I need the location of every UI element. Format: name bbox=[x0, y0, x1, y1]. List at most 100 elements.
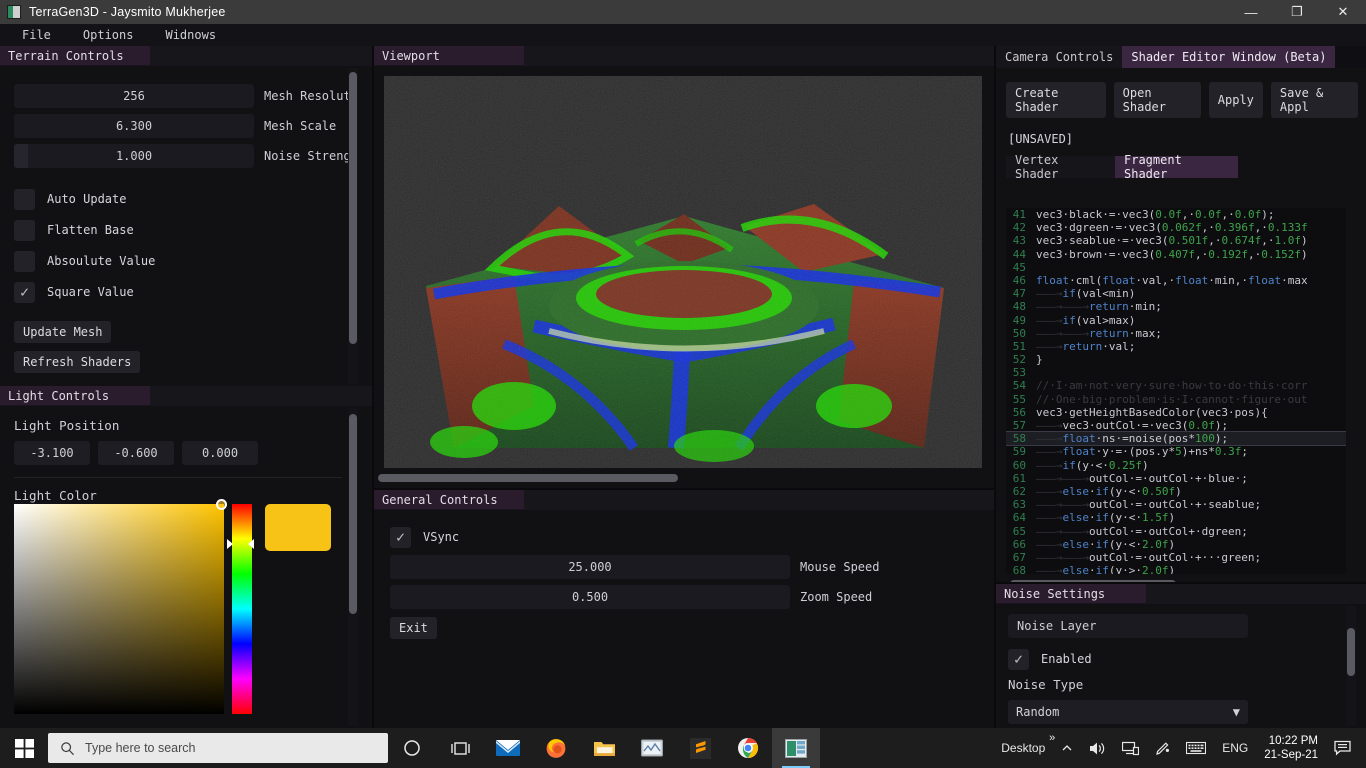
code-line[interactable]: 43 vec3·seablue·=·vec3(0.501f,·0.674f,·1.… bbox=[1006, 234, 1346, 247]
square-value-row[interactable]: ✓ Square Value bbox=[14, 279, 372, 305]
code-line[interactable]: 50 ———→———→return·max; bbox=[1006, 327, 1346, 340]
cortana-button[interactable] bbox=[388, 728, 436, 768]
flatten-base-row[interactable]: Flatten Base bbox=[14, 217, 372, 243]
maximize-button[interactable]: ❐ bbox=[1274, 0, 1320, 24]
show-hidden-icons-button[interactable] bbox=[1053, 728, 1081, 768]
open-shader-button[interactable]: Open Shader bbox=[1113, 82, 1201, 118]
tab-vertex-shader[interactable]: Vertex Shader bbox=[1006, 153, 1115, 181]
menu-file[interactable]: File bbox=[12, 26, 61, 44]
code-line[interactable]: 66 ———→else·if(y·<·2.0f) bbox=[1006, 538, 1346, 551]
code-line[interactable]: 61 ———→———→outCol·=·outCol·+·blue·; bbox=[1006, 472, 1346, 485]
light-scrollbar[interactable] bbox=[349, 414, 357, 614]
desktop-label[interactable]: Desktop » bbox=[993, 728, 1055, 768]
noise-type-dropdown[interactable]: Random ▼ bbox=[1008, 700, 1248, 724]
mouse-speed-slider[interactable]: 25.000 bbox=[390, 555, 790, 579]
mail-icon bbox=[496, 740, 520, 756]
create-shader-button[interactable]: Create Shader bbox=[1006, 82, 1106, 118]
code-line[interactable]: 53 bbox=[1006, 366, 1346, 379]
auto-update-row[interactable]: Auto Update bbox=[14, 186, 372, 212]
action-center-button[interactable] bbox=[1326, 728, 1360, 768]
noise-scrollbar[interactable] bbox=[1347, 628, 1355, 676]
photos-button[interactable] bbox=[628, 728, 676, 768]
saturation-value-square[interactable] bbox=[14, 504, 224, 714]
file-explorer-button[interactable] bbox=[580, 728, 628, 768]
code-line[interactable]: 51 ———→return·val; bbox=[1006, 340, 1346, 353]
task-view-button[interactable] bbox=[436, 728, 484, 768]
code-hscrollbar[interactable] bbox=[1010, 580, 1176, 582]
absolute-value-row[interactable]: Absoulute Value bbox=[14, 248, 372, 274]
vsync-checkbox[interactable]: ✓ bbox=[390, 526, 411, 548]
code-line[interactable]: 55 //·One·big·problem·is·I·cannot·figure·… bbox=[1006, 393, 1346, 406]
zoom-speed-slider[interactable]: 0.500 bbox=[390, 585, 790, 609]
code-line[interactable]: 58 ———→float·ns·=noise(pos*100); bbox=[1006, 431, 1346, 447]
tab-shader-editor[interactable]: Shader Editor Window (Beta) bbox=[1122, 46, 1336, 68]
noise-strength-slider[interactable]: 1.000 bbox=[14, 144, 254, 168]
code-line[interactable]: 65 ———→———→outCol·=·outCol+·dgreen; bbox=[1006, 525, 1346, 538]
code-line[interactable]: 54 //·I·am·not·very·sure·how·to·do·this·c… bbox=[1006, 379, 1346, 392]
light-position-z[interactable]: 0.000 bbox=[182, 441, 258, 465]
code-line[interactable]: 46 float·cml(float·val,·float·min,·float·… bbox=[1006, 274, 1346, 287]
touch-keyboard-button[interactable] bbox=[1178, 728, 1214, 768]
code-line[interactable]: 48 ———→———→return·min; bbox=[1006, 300, 1346, 313]
menu-options[interactable]: Options bbox=[73, 26, 144, 44]
code-text: vec3·black·=·vec3(0.0f,·0.0f,·0.0f); bbox=[1036, 208, 1275, 221]
code-line[interactable]: 56 vec3·getHeightBasedColor(vec3·pos){ bbox=[1006, 406, 1346, 419]
noise-enabled-checkbox[interactable]: ✓ bbox=[1008, 648, 1029, 670]
minimize-button[interactable]: — bbox=[1228, 0, 1274, 24]
code-line[interactable]: 45 bbox=[1006, 261, 1346, 274]
terragen3d-button[interactable] bbox=[772, 728, 820, 768]
code-line[interactable]: 41 vec3·black·=·vec3(0.0f,·0.0f,·0.0f); bbox=[1006, 208, 1346, 221]
viewport-hscrollbar[interactable] bbox=[378, 474, 678, 482]
save-and-apply-button[interactable]: Save & Appl bbox=[1270, 82, 1358, 118]
code-line[interactable]: 62 ———→else·if(y·<·0.50f) bbox=[1006, 485, 1346, 498]
mail-button[interactable] bbox=[484, 728, 532, 768]
clock[interactable]: 10:22 PM 21-Sep-21 bbox=[1256, 734, 1326, 762]
code-line[interactable]: 47 ———→if(val<min) bbox=[1006, 287, 1346, 300]
noise-enabled-row[interactable]: ✓ Enabled bbox=[1008, 646, 1366, 672]
code-line[interactable]: 59 ———→float·y·=·(pos.y*5)+ns*0.3f; bbox=[1006, 445, 1346, 458]
tab-camera-controls[interactable]: Camera Controls bbox=[996, 46, 1123, 68]
flatten-base-checkbox[interactable] bbox=[14, 219, 35, 241]
code-line[interactable]: 44 vec3·brown·=·vec3(0.407f,·0.192f,·0.15… bbox=[1006, 248, 1346, 261]
pen-button[interactable] bbox=[1147, 728, 1178, 768]
code-line[interactable]: 52} bbox=[1006, 353, 1346, 366]
hue-strip[interactable] bbox=[232, 504, 252, 714]
code-line[interactable]: 67 ———→———→outCol·=·outCol·+···green; bbox=[1006, 551, 1346, 564]
square-value-checkbox[interactable]: ✓ bbox=[14, 281, 35, 303]
code-line[interactable]: 42 vec3·dgreen·=·vec3(0.062f,·0.396f,·0.1… bbox=[1006, 221, 1346, 234]
code-line[interactable]: 60 ———→if(y·<·0.25f) bbox=[1006, 459, 1346, 472]
shader-code-editor[interactable]: 41 vec3·black·=·vec3(0.0f,·0.0f,·0.0f); 42… bbox=[1006, 208, 1346, 574]
code-line[interactable]: 68 ———→else·if(y·>·2.0f) bbox=[1006, 564, 1346, 574]
noise-layer-field[interactable]: Noise Layer bbox=[1008, 614, 1248, 638]
code-text: //·I·am·not·very·sure·how·to·do·this·cor… bbox=[1036, 379, 1308, 393]
terrain-3d-canvas[interactable] bbox=[384, 76, 982, 468]
code-line[interactable]: 57 ———→vec3·outCol·=·vec3(0.0f); bbox=[1006, 419, 1346, 432]
vsync-row[interactable]: ✓ VSync bbox=[390, 524, 994, 550]
taskbar-search-box[interactable]: Type here to search bbox=[48, 733, 388, 763]
language-indicator[interactable]: ENG bbox=[1214, 728, 1256, 768]
update-mesh-button[interactable]: Update Mesh bbox=[14, 321, 112, 343]
code-line[interactable]: 64 ———→else·if(y·<·1.5f) bbox=[1006, 511, 1346, 524]
auto-update-checkbox[interactable] bbox=[14, 188, 35, 210]
color-cursor[interactable] bbox=[216, 499, 227, 510]
light-position-x[interactable]: -3.100 bbox=[14, 441, 90, 465]
volume-button[interactable] bbox=[1081, 728, 1114, 768]
mesh-resolution-slider[interactable]: 256 bbox=[14, 84, 254, 108]
menu-windows[interactable]: Widnows bbox=[155, 26, 226, 44]
tab-fragment-shader[interactable]: Fragment Shader bbox=[1115, 153, 1238, 181]
light-position-y[interactable]: -0.600 bbox=[98, 441, 174, 465]
terrain-scrollbar[interactable] bbox=[349, 72, 357, 344]
code-line[interactable]: 49 ———→if(val>max) bbox=[1006, 314, 1346, 327]
chrome-button[interactable] bbox=[724, 728, 772, 768]
mesh-scale-slider[interactable]: 6.300 bbox=[14, 114, 254, 138]
firefox-button[interactable] bbox=[532, 728, 580, 768]
start-button[interactable] bbox=[0, 728, 48, 768]
absolute-value-checkbox[interactable] bbox=[14, 250, 35, 272]
refresh-shaders-button[interactable]: Refresh Shaders bbox=[14, 351, 141, 373]
code-line[interactable]: 63 ———→———→outCol·=·outCol·+·seablue; bbox=[1006, 498, 1346, 511]
sublime-text-button[interactable] bbox=[676, 728, 724, 768]
apply-button[interactable]: Apply bbox=[1208, 82, 1263, 118]
network-button[interactable] bbox=[1114, 728, 1147, 768]
exit-button[interactable]: Exit bbox=[390, 617, 437, 639]
close-button[interactable]: ✕ bbox=[1320, 0, 1366, 24]
